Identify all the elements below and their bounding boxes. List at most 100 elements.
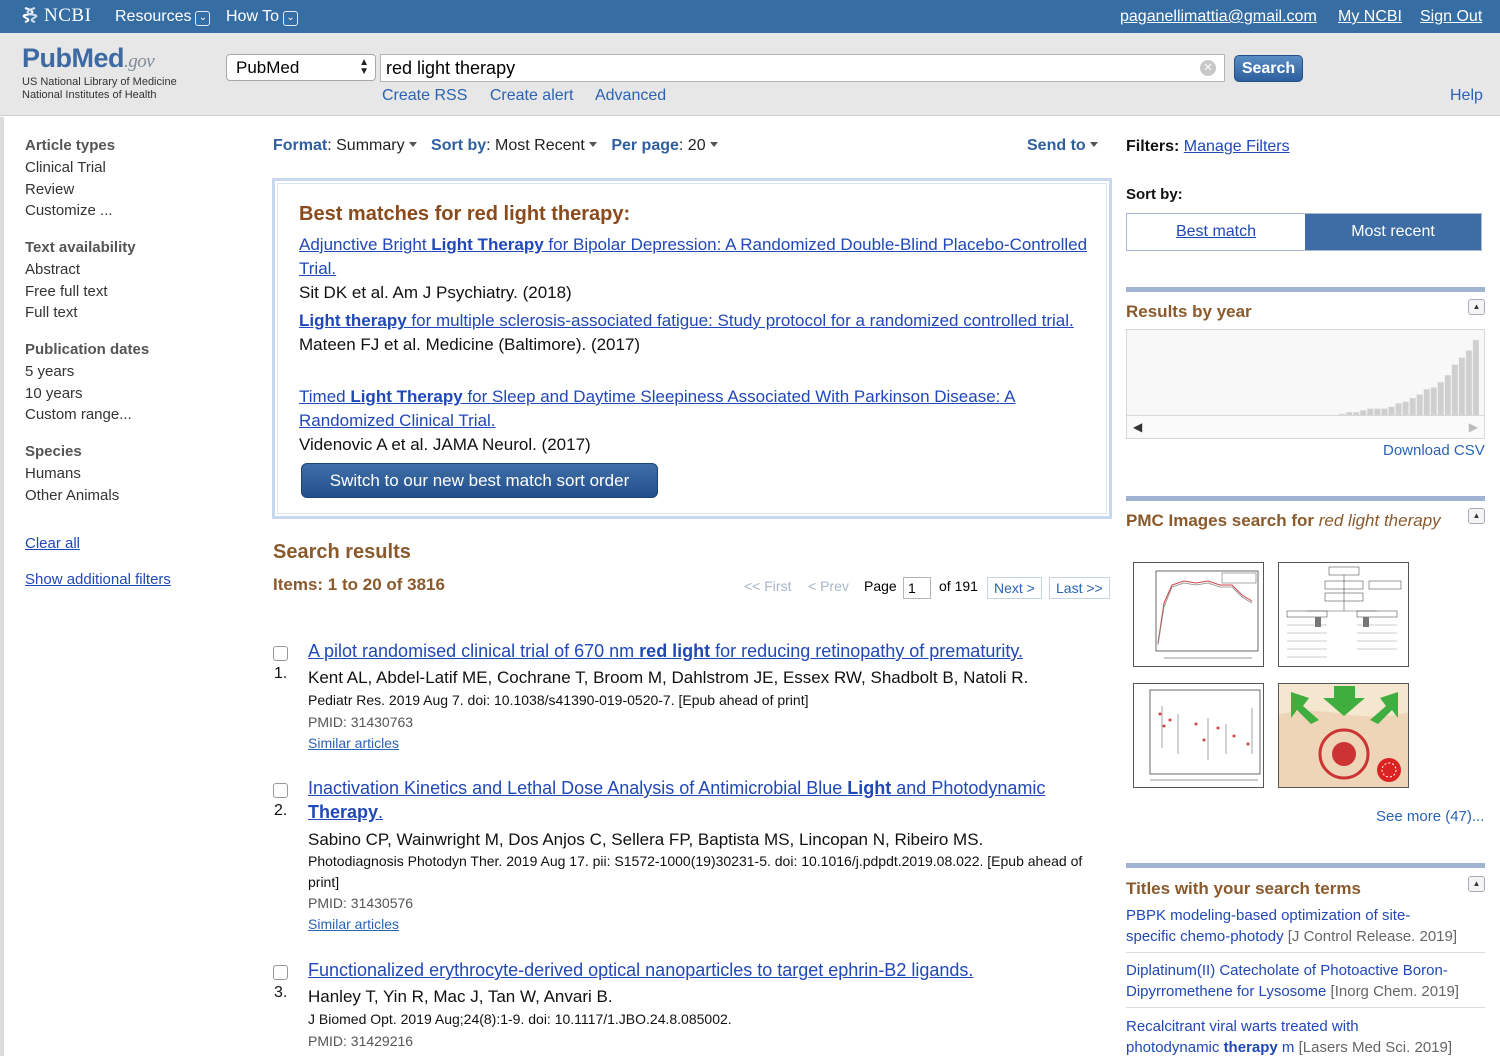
filter-10-years[interactable]: 10 years (25, 383, 149, 405)
clear-search-icon[interactable]: ✕ (1200, 60, 1216, 76)
manage-filters-link[interactable]: Manage Filters (1184, 138, 1290, 155)
send-to-dropdown[interactable]: Send to (1027, 137, 1098, 155)
result-number: 1. (274, 665, 288, 682)
ncbi-helix-icon (22, 7, 38, 23)
best-match-title-link[interactable]: Adjunctive Bright Light Therapy for Bipo… (299, 233, 1089, 281)
result-title-link[interactable]: A pilot randomised clinical trial of 670… (308, 639, 1098, 663)
filter-custom-range[interactable]: Custom range... (25, 404, 149, 426)
filter-free-full-text[interactable]: Free full text (25, 281, 136, 303)
result-title-link[interactable]: Functionalized erythrocyte-derived optic… (308, 958, 1098, 982)
items-count: Items: 1 to 20 of 3816 (273, 575, 445, 594)
sort-by-label: Sort by: (1126, 186, 1183, 203)
result-checkbox[interactable] (273, 783, 288, 798)
prev-page-link[interactable]: < Prev (808, 578, 849, 594)
see-more-images-link[interactable]: See more (47)... (1376, 808, 1484, 825)
title-suggestion-source: [Inorg Chem. 2019] (1330, 983, 1459, 1000)
filter-full-text[interactable]: Full text (25, 302, 136, 324)
sort-best-match-button[interactable]: Best match (1127, 214, 1305, 250)
filter-review[interactable]: Review (25, 179, 115, 201)
per-page-value: 20 (687, 137, 706, 154)
search-header: PubMed.gov US National Library of Medici… (0, 33, 1500, 116)
result-journal: Pediatr Res. 2019 Aug 7. doi: 10.1038/s4… (308, 692, 809, 708)
similar-articles-link[interactable]: Similar articles (308, 735, 399, 751)
switch-best-match-button[interactable]: Switch to our new best match sort order (301, 463, 658, 498)
download-csv-link[interactable]: Download CSV (1383, 442, 1485, 459)
create-alert-link[interactable]: Create alert (490, 87, 574, 104)
per-page-dropdown[interactable]: Per page: 20 (611, 137, 727, 154)
best-match-citation: Sit DK et al. Am J Psychiatry. (2018) (299, 283, 572, 302)
filter-humans[interactable]: Humans (25, 463, 119, 485)
clear-all-link[interactable]: Clear all (25, 535, 80, 552)
collapse-icon[interactable]: ▲ (1468, 299, 1485, 315)
title-suggestion-link-cont[interactable]: photodynamic therapy m (1126, 1039, 1294, 1056)
chevron-down-icon: ⌄ (283, 11, 299, 26)
filter-other-animals[interactable]: Other Animals (25, 485, 119, 507)
search-query: red light therapy (386, 58, 516, 78)
advanced-search-link[interactable]: Advanced (595, 87, 666, 104)
my-ncbi-link[interactable]: My NCBI (1338, 8, 1402, 26)
first-page-link[interactable]: << First (744, 578, 791, 594)
logo-pub-text: Pub (22, 43, 72, 73)
similar-articles-link[interactable]: Similar articles (308, 916, 399, 932)
user-email-link[interactable]: paganellimattia@gmail.com (1120, 8, 1317, 26)
chart-scrollbar[interactable]: ◀ ▶ (1126, 415, 1485, 439)
search-sublinks: Create RSS Create alert Advanced (382, 87, 684, 105)
last-page-button[interactable]: Last >> (1049, 577, 1110, 599)
flowchart-thumbnail-icon (1286, 566, 1402, 658)
help-link[interactable]: Help (1450, 87, 1483, 105)
logo-med-text: Med (71, 43, 125, 73)
title-suggestion-link[interactable]: Diplatinum(II) Catecholate of Photoactiv… (1126, 960, 1486, 981)
title-suggestion-link[interactable]: PBPK modeling-based optimization of site… (1126, 905, 1486, 926)
sort-dropdown[interactable]: Sort by: Most Recent (431, 137, 607, 154)
show-additional-filters-link[interactable]: Show additional filters (25, 571, 171, 588)
best-match-title-link[interactable]: Timed Light Therapy for Sleep and Daytim… (299, 385, 1089, 433)
line-graph-thumbnail-icon (1155, 570, 1259, 659)
filter-abstract[interactable]: Abstract (25, 259, 136, 281)
result-number: 3. (274, 984, 288, 1001)
title-suggestion-link-cont[interactable]: specific chemo-photody (1126, 928, 1284, 945)
resources-menu[interactable]: Resources ⌄ (115, 8, 211, 26)
pmc-image-thumbnail[interactable] (1133, 683, 1264, 788)
scatter-plot-thumbnail-icon (1149, 689, 1261, 781)
per-page-label: Per page (611, 137, 679, 154)
filter-5-years[interactable]: 5 years (25, 361, 149, 383)
search-button[interactable]: Search (1234, 55, 1303, 82)
filters-line: Filters: Manage Filters (1126, 138, 1290, 156)
scroll-left-icon[interactable]: ◀ (1133, 420, 1142, 434)
format-dropdown[interactable]: Format: Summary (273, 137, 427, 154)
filter-customize[interactable]: Customize ... (25, 200, 115, 222)
filter-clinical-trial[interactable]: Clinical Trial (25, 157, 115, 179)
resources-label: Resources (115, 8, 192, 25)
title-suggestion-link[interactable]: Recalcitrant viral warts treated with (1126, 1016, 1486, 1037)
ncbi-logo[interactable]: NCBI (22, 5, 91, 27)
sidebar-edge (0, 117, 4, 1056)
howto-menu[interactable]: How To ⌄ (226, 8, 299, 26)
search-results-heading: Search results (273, 541, 411, 563)
sign-out-link[interactable]: Sign Out (1420, 8, 1482, 26)
result-checkbox[interactable] (273, 646, 288, 661)
pmc-image-thumbnail[interactable] (1133, 562, 1264, 667)
result-authors: Kent AL, Abdel-Latif ME, Cochrane T, Bro… (308, 668, 1029, 687)
best-match-title-link[interactable]: Light therapy for multiple sclerosis-ass… (299, 309, 1089, 333)
pmc-image-thumbnail[interactable] (1278, 683, 1409, 788)
result-authors: Hanley T, Yin R, Mac J, Tan W, Anvari B. (308, 987, 613, 1006)
next-page-button[interactable]: Next > (987, 577, 1042, 599)
result-journal: Photodiagnosis Photodyn Ther. 2019 Aug 1… (308, 853, 1083, 890)
collapse-icon[interactable]: ▲ (1468, 508, 1485, 524)
collapse-icon[interactable]: ▲ (1468, 876, 1485, 892)
result-item: 2. Inactivation Kinetics and Lethal Dose… (272, 778, 1102, 938)
title-suggestion-link-cont[interactable]: Dipyrromethene for Lysosome (1126, 983, 1326, 1000)
create-rss-link[interactable]: Create RSS (382, 87, 467, 104)
result-title-link[interactable]: Inactivation Kinetics and Lethal Dose An… (308, 776, 1098, 824)
database-select[interactable]: PubMed ▲ ▼ (226, 54, 376, 81)
page-number-input[interactable]: 1 (903, 577, 931, 599)
search-input[interactable]: red light therapy ✕ (380, 54, 1225, 82)
result-journal: J Biomed Opt. 2019 Aug;24(8):1-9. doi: 1… (308, 1011, 732, 1027)
result-checkbox[interactable] (273, 965, 288, 980)
best-match-item: Timed Light Therapy for Sleep and Daytim… (299, 385, 1089, 457)
sort-most-recent-button[interactable]: Most recent (1305, 214, 1481, 250)
pmc-image-thumbnail[interactable] (1278, 562, 1409, 667)
pubmed-logo[interactable]: PubMed.gov US National Library of Medici… (22, 43, 177, 102)
best-match-citation: Videnovic A et al. JAMA Neurol. (2017) (299, 435, 591, 454)
scroll-right-icon[interactable]: ▶ (1469, 420, 1478, 434)
